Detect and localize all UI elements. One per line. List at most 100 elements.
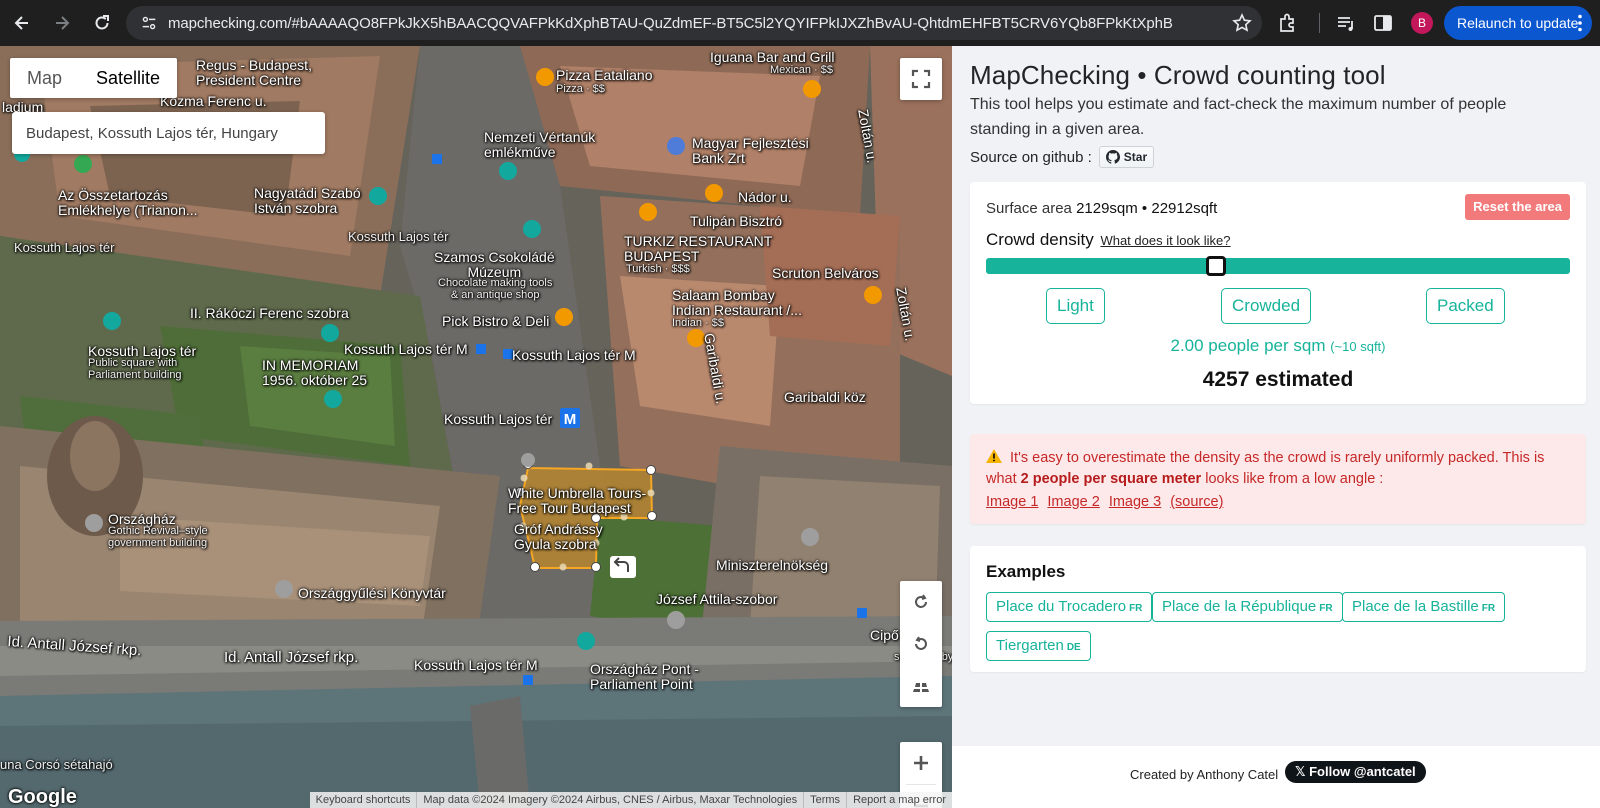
map-label-rakoczi: II. Rákóczi Ferenc szobra (190, 305, 349, 321)
image-3-link[interactable]: Image 3 (1109, 494, 1161, 510)
map-label-kossuth1: Kossuth Lajos tér (348, 229, 449, 244)
terms-link[interactable]: Terms (803, 792, 846, 808)
svg-text:M: M (564, 411, 577, 428)
map-label-magyar: Magyar Fejlesztési Bank Zrt (692, 135, 809, 166)
image-1-link[interactable]: Image 1 (986, 494, 1038, 510)
rotate-counterclockwise-button[interactable] (900, 623, 942, 665)
map-label-kossuth-m3: Kossuth Lajos tér M (414, 657, 538, 673)
density-slider-thumb[interactable] (1205, 256, 1226, 276)
url-text: mapchecking.com/#bAAAAQO8FPkJkX5hBAACQQV… (168, 14, 1173, 32)
example-bastille-button[interactable]: Place de la Bastille FR (1342, 592, 1506, 622)
map-label-antall2: Id. Antall József rkp. (224, 649, 359, 666)
image-2-link[interactable]: Image 2 (1047, 494, 1099, 510)
map-label-jozsef: József Attila-szobor (656, 591, 778, 607)
bookmark-star-icon[interactable] (1232, 13, 1252, 33)
map-label-szamos: Szamos Csokoládé Múzeum (434, 249, 555, 280)
relaunch-button[interactable]: Relaunch to update (1444, 6, 1592, 40)
extensions-icon[interactable] (1277, 12, 1299, 34)
map-label-osszetartozas: Az Összetartozás Emlékhelye (Trianon... (58, 187, 198, 218)
map-label-pizza-sub: Pizza · $$ (556, 83, 605, 95)
author-credit: Created by Anthony Catel (1130, 767, 1279, 782)
reset-area-button[interactable]: Reset the area (1465, 194, 1570, 220)
density-slider[interactable] (986, 256, 1570, 276)
media-controls-icon[interactable] (1335, 12, 1357, 34)
rotate-left-icon (915, 636, 927, 650)
site-info-icon[interactable] (132, 6, 166, 40)
location-search-input[interactable] (12, 112, 325, 154)
rotate-clockwise-button[interactable] (900, 581, 942, 623)
warning-icon (986, 449, 1002, 463)
warning-text-2: looks like from a low angle : (1205, 471, 1384, 487)
warning-message: It's easy to overestimate the density as… (986, 448, 1576, 490)
example-republique-button[interactable]: Place de la République FR (1152, 592, 1343, 622)
profile-avatar[interactable]: B (1411, 12, 1433, 34)
more-menu-icon[interactable] (1578, 14, 1582, 32)
satellite-map[interactable]: M Regus - Budapest, President Centre Koz… (0, 46, 952, 808)
map-label-nagyatadi: Nagyatádi Szabó István szobra (254, 185, 361, 216)
map-label-orszaghaz-sub: Gothic Revival–style government building (108, 525, 208, 549)
map-label-nador: Nádor u. (738, 189, 792, 205)
x-logo-icon: 𝕏 (1295, 764, 1310, 779)
map-label-pick: Pick Bistro & Deli (442, 313, 550, 329)
example-trocadero-button[interactable]: Place du Trocadero FR (986, 592, 1153, 622)
back-button[interactable] (4, 5, 40, 41)
map-type-map-button[interactable]: Map (10, 58, 79, 98)
example-name: Place du Trocadero (996, 598, 1127, 615)
tilt-button[interactable] (900, 665, 942, 707)
density-crowded-button[interactable]: Crowded (1221, 288, 1312, 324)
density-help-link[interactable]: What does it look like? (1100, 233, 1230, 248)
density-heading: Crowd density What does it look like? (986, 230, 1231, 250)
map-label-turkiz-sub: Turkish · $$$ (626, 263, 690, 275)
source-link[interactable]: (source) (1170, 494, 1223, 510)
estimated-count: 4257 estimated (1202, 368, 1354, 391)
twitter-follow-button[interactable]: 𝕏 Follow @antcatel (1285, 761, 1426, 783)
map-label-grof: Gróf Andrássy Gyula szobra (514, 521, 603, 552)
density-value: 2.00 people per sqm (~10 sqft) (970, 336, 1586, 356)
page-description: This tool helps you estimate and fact-ch… (970, 96, 1507, 138)
map-label-miniszter: Miniszterelnökség (716, 557, 829, 573)
density-packed-button[interactable]: Packed (1426, 288, 1505, 324)
map-label-kossuth-metro: Kossuth Lajos tér (444, 411, 553, 427)
map-label-regus: Regus - Budapest, President Centre (196, 57, 312, 88)
rotate-tilt-controls (900, 581, 942, 707)
density-light-button[interactable]: Light (1046, 288, 1105, 324)
map-label-scruton: Scruton Belváros (772, 265, 879, 281)
keyboard-shortcuts-link[interactable]: Keyboard shortcuts (310, 792, 417, 808)
warning-links: Image 1 Image 2 Image 3 (source) (986, 494, 1223, 510)
report-error-link[interactable]: Report a map error (846, 792, 952, 808)
example-country: DE (1066, 642, 1081, 653)
map-label-turkiz: TURKIZ RESTAURANT BUDAPEST (624, 233, 773, 264)
density-label: Crowd density (986, 230, 1094, 249)
rotate-right-icon (915, 594, 927, 608)
map-label-kossuth-m2: Kossuth Lajos tér M (512, 347, 636, 363)
map-label-garibaldi-koz: Garibaldi köz (784, 389, 866, 405)
map-label-szamos-sub: Chocolate making tools & an antique shop (438, 277, 553, 301)
reload-button[interactable] (84, 5, 120, 41)
map-type-satellite-button[interactable]: Satellite (79, 58, 177, 98)
surface-label: Surface area (986, 200, 1072, 217)
density-warning-card: It's easy to overestimate the density as… (970, 434, 1586, 524)
example-tiergarten-button[interactable]: Tiergarten DE (986, 631, 1091, 661)
map-label-salaam-sub: Indian · $$ (672, 317, 724, 329)
example-country: FR (1481, 603, 1496, 614)
fullscreen-icon (911, 69, 931, 89)
zoom-in-button[interactable] (900, 742, 942, 784)
people-per-sqm: 2.00 people per sqm (1170, 336, 1326, 355)
side-panel-icon[interactable] (1372, 12, 1394, 34)
github-icon (1105, 150, 1120, 164)
page-title: MapChecking • Crowd counting tool (970, 60, 1386, 90)
map-label-kossuth-m1: Kossuth Lajos tér M (344, 341, 468, 357)
example-name: Place de la République (1162, 598, 1317, 615)
forward-button[interactable] (44, 5, 80, 41)
github-star-button[interactable]: Star (1098, 146, 1155, 168)
address-bar[interactable]: mapchecking.com/#bAAAAQO8FPkJkX5hBAACQQV… (126, 6, 1262, 40)
map-label-iguana: Iguana Bar and Grill (710, 49, 835, 65)
tool-panel: MapChecking • Crowd counting tool This t… (952, 46, 1600, 808)
google-logo: Google (8, 786, 77, 808)
map-label-iguana-sub: Mexican · $$ (770, 64, 833, 76)
fullscreen-button[interactable] (900, 58, 942, 100)
examples-title: Examples (986, 562, 1066, 581)
map-label-pizza: Pizza Eataliano (556, 67, 653, 83)
forward-arrow-icon (56, 16, 70, 30)
browser-toolbar: mapchecking.com/#bAAAAQO8FPkJkX5hBAACQQV… (0, 0, 1600, 46)
